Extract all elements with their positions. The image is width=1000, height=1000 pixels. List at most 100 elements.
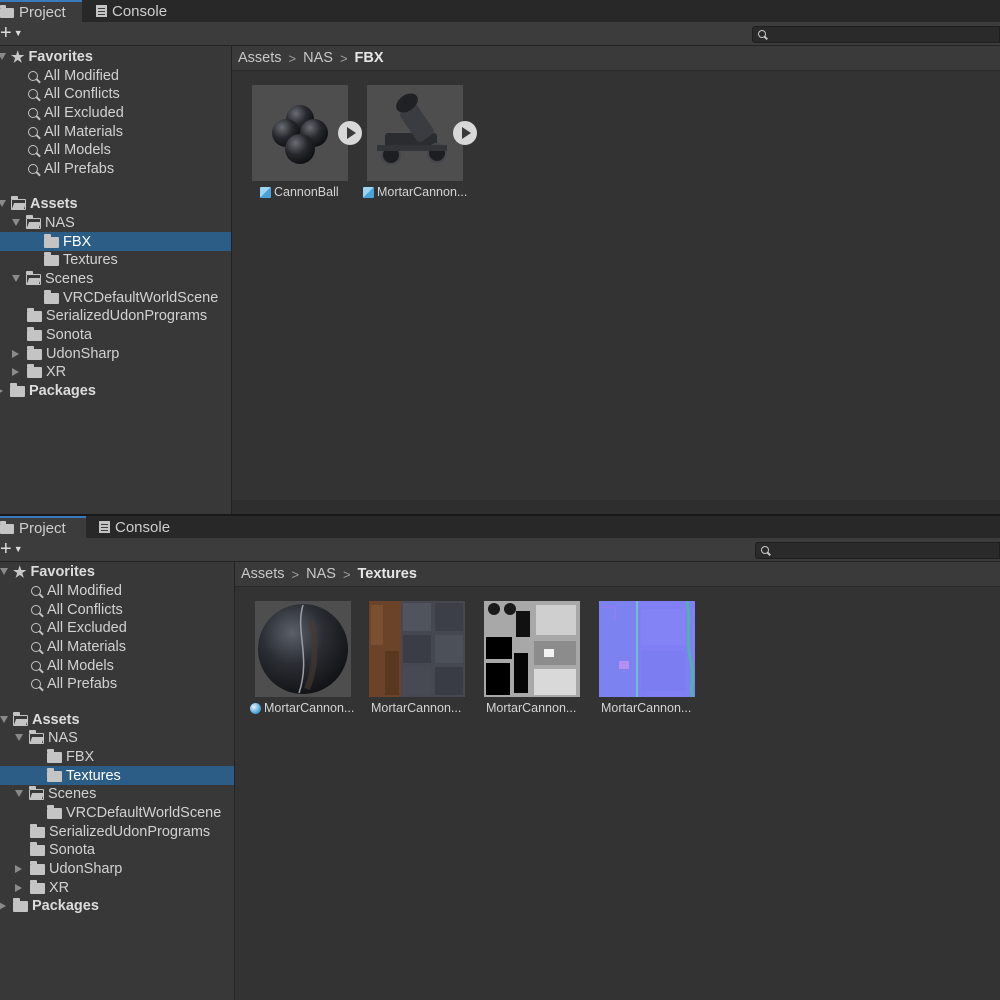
tree-item-label: Sonota (49, 841, 95, 858)
collapse-arrow-icon[interactable] (12, 367, 19, 376)
tree-item-packages[interactable]: Packages (0, 381, 96, 400)
favorite-item[interactable]: All Models (31, 656, 114, 675)
favorite-item[interactable]: All Conflicts (28, 84, 120, 103)
tree-item-label: Sonota (46, 326, 92, 343)
folder-tree: ★ Favorites All Modified All Conflicts A… (0, 562, 234, 1000)
tree-item-serialized[interactable]: SerializedUdonPrograms (30, 822, 210, 841)
collapse-arrow-icon[interactable] (12, 349, 19, 358)
folder-icon (44, 290, 59, 304)
breadcrumb-current[interactable]: Textures (358, 566, 417, 582)
asset-item[interactable]: MortarCannon... (250, 601, 354, 715)
tree-item-xr[interactable]: XR (15, 878, 69, 897)
favorite-item[interactable]: All Modified (28, 66, 119, 85)
favorites-header[interactable]: ★ Favorites (0, 47, 93, 66)
toolbar: + ▼ (0, 538, 1000, 562)
material-sphere-icon (250, 702, 261, 714)
tree-item-udonsharp[interactable]: UdonSharp (15, 859, 122, 878)
favorite-item-label: All Prefabs (47, 675, 118, 692)
folder-open-icon (25, 214, 41, 229)
asset-item[interactable]: CannonBall (252, 85, 362, 199)
tab-project[interactable]: Project (0, 516, 86, 538)
folder-open-icon (28, 785, 44, 800)
tree-item-packages[interactable]: Packages (0, 896, 99, 915)
favorite-item[interactable]: All Models (28, 140, 111, 159)
favorite-item[interactable]: All Excluded (31, 618, 127, 637)
tree-item-label: SerializedUdonPrograms (49, 823, 211, 840)
tree-item-label: UdonSharp (46, 345, 120, 362)
favorite-item[interactable]: All Excluded (28, 103, 124, 122)
tree-item-nas[interactable]: NAS (12, 213, 75, 232)
tab-console[interactable]: Console (96, 0, 167, 22)
tree-item-vrc-scene[interactable]: VRCDefaultWorldScene (44, 288, 218, 307)
search-input[interactable] (752, 26, 1000, 43)
tab-project[interactable]: Project (0, 0, 82, 22)
expand-arrow-icon[interactable] (0, 716, 8, 723)
expand-arrow-icon[interactable] (12, 219, 20, 226)
folder-open-icon (25, 270, 41, 285)
asset-name: MortarCannon... (377, 185, 468, 199)
tree-item-xr[interactable]: XR (12, 362, 66, 381)
expand-arrow-icon[interactable] (0, 568, 8, 575)
search-input[interactable] (755, 542, 1000, 559)
favorites-header[interactable]: ★ Favorites (0, 562, 95, 581)
create-button[interactable]: + ▼ (0, 23, 23, 43)
tree-item-textures[interactable]: Textures (0, 766, 234, 785)
expand-arrow-icon[interactable] (15, 790, 23, 797)
tree-item-label: VRCDefaultWorldScene (66, 804, 222, 821)
collapse-arrow-icon[interactable] (15, 883, 22, 892)
tree-item-vrc-scene[interactable]: VRCDefaultWorldScene (47, 803, 221, 822)
expand-arrow-icon[interactable] (15, 734, 23, 741)
favorite-item-label: All Modified (44, 67, 119, 84)
asset-item[interactable]: MortarCannon... (484, 601, 580, 715)
tree-item-sonota[interactable]: Sonota (27, 325, 92, 344)
create-button[interactable]: + ▼ (0, 539, 23, 559)
tree-item-label: NAS (45, 214, 75, 231)
expand-arrow-icon[interactable] (12, 275, 20, 282)
play-icon[interactable] (453, 121, 477, 145)
tree-item-label: VRCDefaultWorldScene (63, 289, 219, 306)
folder-icon (47, 768, 62, 782)
expand-arrow-icon[interactable] (0, 200, 6, 207)
horizontal-scrollbar[interactable] (232, 500, 1000, 514)
tree-item-serialized[interactable]: SerializedUdonPrograms (27, 306, 207, 325)
favorite-item[interactable]: All Modified (31, 581, 122, 600)
tree-item-label: Packages (32, 897, 99, 914)
collapse-arrow-icon[interactable] (0, 386, 3, 395)
tree-item-assets[interactable]: Assets (0, 194, 78, 213)
expand-arrow-icon[interactable] (0, 53, 6, 60)
favorite-item[interactable]: All Conflicts (31, 600, 123, 619)
tree-item-scenes[interactable]: Scenes (15, 784, 96, 803)
play-icon[interactable] (338, 121, 362, 145)
tree-item-scenes[interactable]: Scenes (12, 269, 93, 288)
tree-item-label: SerializedUdonPrograms (46, 307, 208, 324)
tab-console[interactable]: Console (99, 516, 170, 538)
tree-item-nas[interactable]: NAS (15, 728, 78, 747)
asset-item[interactable]: MortarCannon... (599, 601, 695, 715)
tree-item-fbx[interactable]: FBX (47, 747, 94, 766)
breadcrumb-current[interactable]: FBX (355, 50, 384, 66)
tree-item-udonsharp[interactable]: UdonSharp (12, 344, 119, 363)
search-icon (28, 107, 38, 118)
collapse-arrow-icon[interactable] (0, 901, 6, 910)
tab-console-label: Console (115, 518, 171, 536)
collapse-arrow-icon[interactable] (15, 864, 22, 873)
asset-item[interactable]: MortarCannon... (363, 85, 477, 199)
breadcrumb-item[interactable]: NAS (306, 566, 336, 582)
breadcrumb-item[interactable]: NAS (303, 50, 333, 66)
favorite-item[interactable]: All Prefabs (28, 159, 114, 178)
search-icon (31, 585, 41, 596)
tree-item-assets[interactable]: Assets (0, 710, 80, 729)
breadcrumb-item[interactable]: Assets (238, 50, 282, 66)
asset-item[interactable]: MortarCannon... (369, 601, 465, 715)
asset-name: MortarCannon... (264, 701, 355, 715)
folder-open-icon (12, 711, 28, 726)
tree-item-sonota[interactable]: Sonota (30, 840, 95, 859)
asset-thumbnail (599, 601, 695, 697)
favorite-item[interactable]: All Materials (31, 637, 126, 656)
favorite-item[interactable]: All Prefabs (31, 674, 117, 693)
tree-item-fbx[interactable]: FBX (0, 232, 231, 251)
tree-item-textures[interactable]: Textures (44, 250, 118, 269)
project-window-top: Project Console + ▼ ★ Favorites All Modi… (0, 0, 1000, 514)
breadcrumb-item[interactable]: Assets (241, 566, 285, 582)
favorite-item[interactable]: All Materials (28, 122, 123, 141)
